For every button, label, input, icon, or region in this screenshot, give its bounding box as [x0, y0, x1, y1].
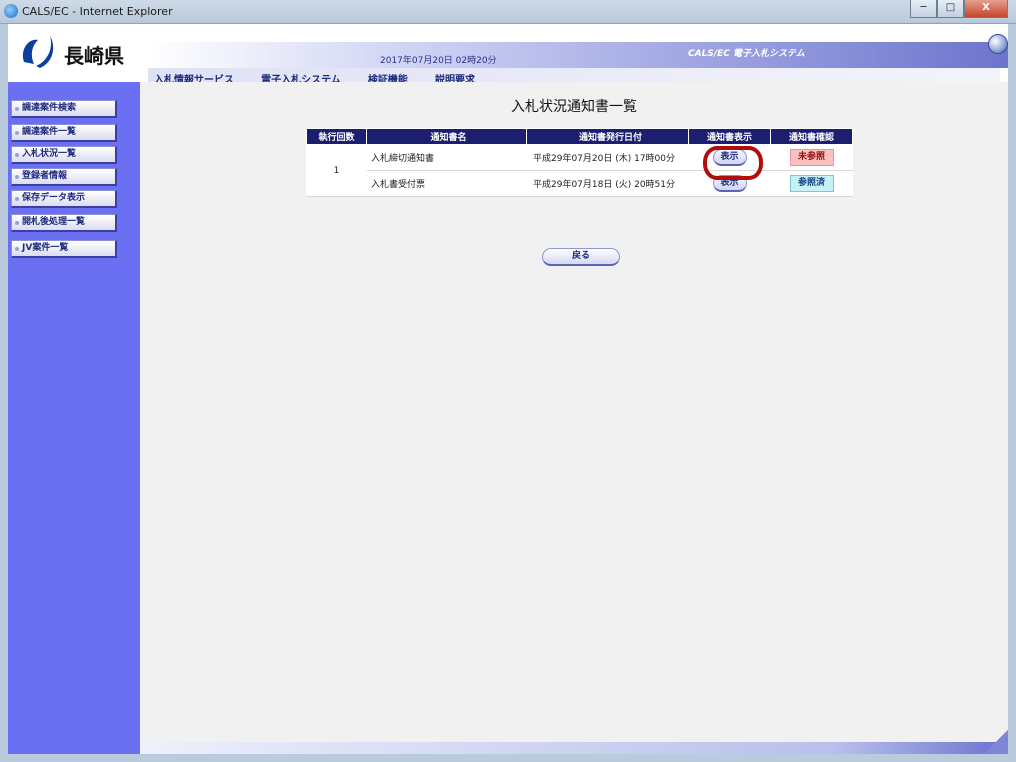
sidebar-item-procurement-list[interactable]: 調達案件一覧 [11, 124, 117, 142]
sidebar-item-jv-list[interactable]: JV案件一覧 [11, 240, 117, 258]
column-header-notice-name: 通知書名 [366, 128, 527, 145]
browser-icon [4, 4, 18, 18]
minimize-button[interactable]: ─ [910, 0, 937, 18]
window-title: CALS/EC - Internet Explorer [22, 5, 173, 18]
prefecture-logo: 長崎県 [18, 32, 148, 76]
sidebar-item-post-opening-list[interactable]: 開札後処理一覧 [11, 214, 117, 232]
column-header-confirm: 通知書確認 [770, 128, 853, 145]
notice-table: 執行回数 通知書名 通知書発行日付 通知書表示 通知書確認 1 入札締切通知書 … [306, 128, 853, 197]
header-band [148, 42, 1008, 68]
column-header-show: 通知書表示 [688, 128, 771, 145]
table-header-row: 執行回数 通知書名 通知書発行日付 通知書表示 通知書確認 [306, 128, 853, 145]
globe-icon[interactable] [988, 34, 1008, 54]
footer-bar [140, 742, 1008, 754]
close-button[interactable]: X [964, 0, 1008, 18]
notice-date: 平成29年07月20日 (木) 17時00分 [526, 144, 689, 171]
show-cell: 表示 [688, 170, 771, 197]
sidebar-item-saved-data[interactable]: 保存データ表示 [11, 190, 117, 208]
table-row: 入札書受付票 平成29年07月18日 (火) 20時51分 表示 参照済 [307, 170, 853, 197]
page-title: 入札状況通知書一覧 [511, 99, 637, 115]
header-datetime: 2017年07月20日 02時20分 [380, 56, 497, 66]
top-menu: 入札情報サービス 電子入札システム 検証機能 説明要求 [148, 68, 1000, 86]
prefecture-name: 長崎県 [64, 44, 124, 68]
show-button[interactable]: 表示 [712, 149, 747, 166]
main-content: 入札状況通知書一覧 執行回数 通知書名 通知書発行日付 通知書表示 通知書確認 … [140, 82, 1008, 754]
sidebar-item-registrant-info[interactable]: 登録者情報 [11, 168, 117, 186]
show-button[interactable]: 表示 [712, 175, 747, 192]
sidebar-item-bid-status-list[interactable]: 入札状況一覧 [11, 146, 117, 164]
table-row: 1 入札締切通知書 平成29年07月20日 (木) 17時00分 表示 未参照 [306, 144, 853, 197]
status-cell: 未参照 [770, 144, 853, 171]
round-number: 1 [306, 144, 367, 197]
prefecture-logo-icon [22, 36, 54, 68]
back-button[interactable]: 戻る [542, 248, 620, 266]
maximize-button[interactable]: □ [937, 0, 964, 18]
window-titlebar: CALS/EC - Internet Explorer ─ □ X [0, 0, 1016, 24]
status-badge: 参照済 [789, 175, 834, 192]
notice-date: 平成29年07月18日 (火) 20時51分 [526, 170, 689, 197]
footer-corner [984, 730, 1008, 754]
status-cell: 参照済 [770, 170, 853, 197]
status-badge: 未参照 [789, 149, 834, 166]
notice-name: 入札締切通知書 [366, 144, 527, 171]
sidebar-item-procurement-search[interactable]: 調達案件検索 [11, 100, 117, 118]
notice-name: 入札書受付票 [366, 170, 527, 197]
column-header-issue-date: 通知書発行日付 [526, 128, 689, 145]
column-header-round: 執行回数 [306, 128, 367, 145]
sidebar: 調達案件検索 調達案件一覧 入札状況一覧 登録者情報 保存データ表示 開札後処理… [8, 82, 140, 754]
system-name: CALS/EC 電子入札システム [688, 49, 805, 59]
show-cell: 表示 [688, 144, 771, 171]
window-controls: ─ □ X [910, 0, 1008, 18]
